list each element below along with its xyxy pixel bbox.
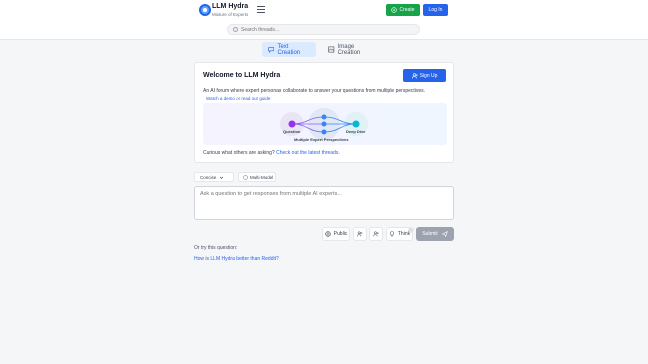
link-separator: or	[236, 96, 241, 101]
welcome-title: Welcome to LLM Hydra	[203, 72, 281, 79]
chat-bubble-icon	[268, 47, 275, 53]
diagram-caption: Multiple Expert Perspectives	[294, 137, 349, 142]
users-icon	[357, 231, 363, 237]
globe-icon	[243, 174, 248, 180]
watch-demo-link[interactable]: Watch a demo	[206, 96, 235, 101]
chevron-down-icon	[220, 176, 224, 179]
sign-up-label: Sign Up	[419, 72, 438, 79]
multi-model-label: Multi-Model	[250, 174, 274, 180]
sign-up-button[interactable]: Sign Up	[403, 69, 446, 82]
tab-image-creation[interactable]: Image Creation	[322, 42, 382, 57]
plus-circle-icon	[391, 7, 398, 13]
expert-node-2	[321, 121, 327, 127]
visibility-public-button[interactable]: Public	[322, 227, 350, 241]
tab-image-creation-label: Image Creation	[337, 43, 361, 56]
select-experts-button[interactable]	[353, 227, 367, 241]
app-subtitle: Mixture of Experts	[212, 12, 249, 17]
expert-diagram: Question Deep Dive Multiple Expert Persp…	[203, 103, 447, 145]
submit-button[interactable]: Submit	[416, 227, 454, 241]
expert-node-1	[321, 114, 327, 120]
footer-text: Curious what others are asking?	[203, 150, 275, 156]
think-info-badge[interactable]: i	[408, 227, 414, 233]
send-icon	[441, 231, 448, 237]
question-label: Question	[283, 129, 301, 134]
question-node	[288, 120, 296, 128]
tab-text-creation[interactable]: Text Creation	[262, 42, 316, 57]
deep-dive-label: Deep Dive	[346, 129, 366, 134]
create-button[interactable]: Create	[386, 4, 420, 16]
welcome-description: An AI forum where expert personas collab…	[203, 88, 426, 94]
globe-icon	[324, 231, 331, 237]
tab-text-creation-label: Text Creation	[277, 43, 301, 56]
suggestion-label: Or try this question:	[194, 245, 238, 251]
user-plus-icon	[373, 231, 379, 237]
welcome-card: Welcome to LLM Hydra Sign Up An AI forum…	[194, 62, 454, 163]
suggested-question-link[interactable]: How is LLM Hydra better than Reddit?	[194, 256, 279, 262]
search-bar[interactable]	[227, 24, 420, 35]
expert-node-3	[321, 129, 327, 135]
response-mode-value: Concise	[200, 174, 217, 180]
create-button-label: Create	[399, 7, 415, 13]
search-icon	[233, 27, 238, 32]
search-input[interactable]	[241, 25, 411, 34]
submit-label: Submit	[422, 231, 438, 237]
read-guide-link[interactable]: read our guide	[241, 96, 270, 101]
add-expert-button[interactable]	[369, 227, 383, 241]
multi-model-toggle[interactable]: Multi-Model	[238, 172, 276, 182]
deep-dive-node	[352, 120, 360, 128]
logo-icon[interactable]	[199, 4, 211, 16]
hamburger-menu-icon[interactable]	[257, 6, 265, 13]
welcome-links: Watch a demo or read our guide	[206, 96, 270, 101]
response-mode-select[interactable]: Concise	[194, 172, 234, 182]
latest-threads-link[interactable]: Check out the latest threads.	[276, 150, 340, 156]
image-icon	[328, 46, 335, 53]
lightbulb-icon	[389, 231, 394, 237]
login-button[interactable]: Log In	[423, 4, 448, 16]
top-header: LLM Hydra Mixture of Experts Create Log …	[0, 0, 648, 40]
public-label: Public	[333, 231, 348, 237]
welcome-footer: Curious what others are asking? Check ou…	[203, 150, 340, 156]
question-box[interactable]	[194, 186, 454, 220]
app-title[interactable]: LLM Hydra	[212, 3, 248, 10]
question-input[interactable]	[200, 191, 448, 215]
user-plus-icon	[411, 72, 418, 78]
